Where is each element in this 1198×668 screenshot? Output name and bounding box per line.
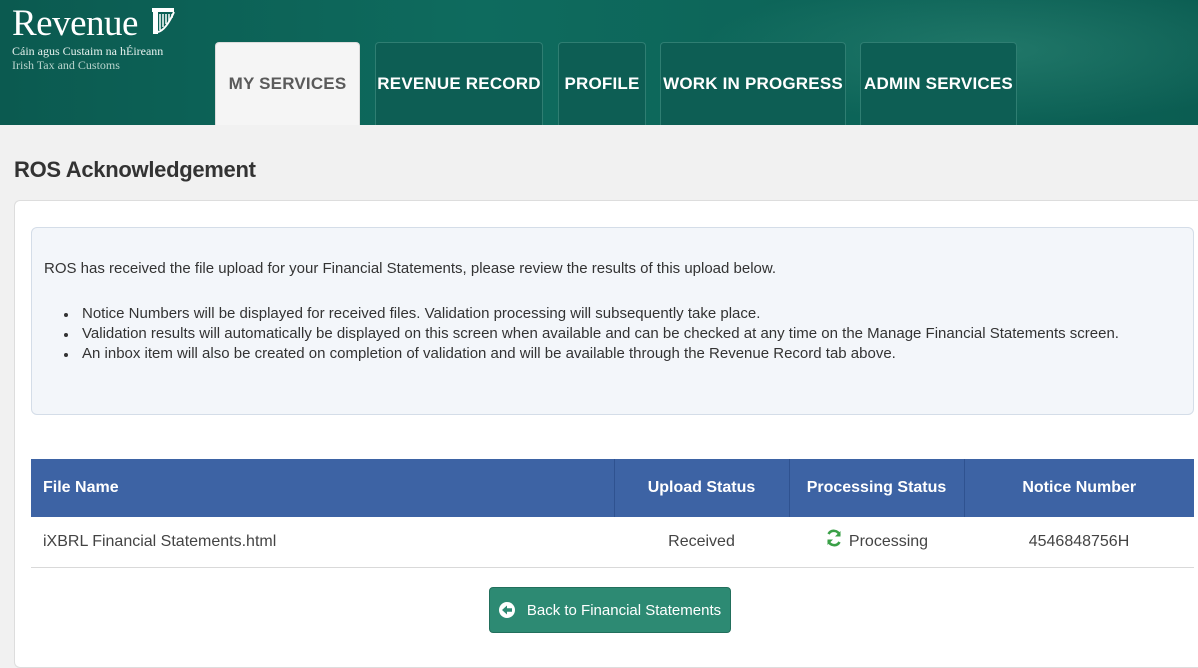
harp-icon	[150, 6, 176, 36]
tab-profile[interactable]: PROFILE	[558, 42, 646, 125]
column-header-processing-status[interactable]: Processing Status	[789, 459, 965, 517]
tab-my-services[interactable]: MY SERVICES	[215, 42, 360, 125]
back-button-label: Back to Financial Statements	[526, 601, 722, 619]
table-header-row: File Name Upload Status Processing Statu…	[31, 459, 1194, 517]
cell-file-name: iXBRL Financial Statements.html	[31, 517, 614, 568]
table-row: iXBRL Financial Statements.html Received…	[31, 517, 1194, 568]
cell-notice-number: 4546848756H	[964, 517, 1194, 568]
info-list: Notice Numbers will be displayed for rec…	[64, 304, 1119, 364]
logo-subtitle-english: Irish Tax and Customs	[12, 58, 120, 72]
info-box: ROS has received the file upload for you…	[31, 227, 1194, 415]
column-header-notice-number[interactable]: Notice Number	[964, 459, 1194, 517]
revenue-logo[interactable]: Revenue Cáin agus Custaim na hÉireann Ir…	[12, 4, 176, 72]
cell-processing-status: Processing	[789, 517, 964, 568]
refresh-icon	[825, 529, 843, 553]
arrow-left-icon	[498, 602, 515, 618]
info-bullet: An inbox item will also be created on co…	[64, 344, 1119, 364]
cell-upload-status: Received	[614, 517, 789, 568]
back-to-financial-statements-button[interactable]: Back to Financial Statements	[489, 587, 731, 633]
logo-subtitle-irish: Cáin agus Custaim na hÉireann	[12, 44, 164, 58]
tab-admin-services[interactable]: ADMIN SERVICES	[860, 42, 1017, 125]
column-header-upload-status[interactable]: Upload Status	[614, 459, 790, 517]
processing-status-label: Processing	[848, 532, 929, 550]
column-header-file-name[interactable]: File Name	[31, 459, 615, 517]
info-intro: ROS has received the file upload for you…	[44, 260, 777, 277]
acknowledgement-panel: ROS has received the file upload for you…	[14, 200, 1198, 668]
info-bullet: Notice Numbers will be displayed for rec…	[64, 304, 1119, 324]
tab-revenue-record[interactable]: REVENUE RECORD	[375, 42, 543, 125]
logo-title: Revenue	[12, 3, 138, 44]
page-title: ROS Acknowledgement	[14, 157, 256, 182]
site-header: Revenue Cáin agus Custaim na hÉireann Ir…	[0, 0, 1198, 125]
tab-work-in-progress[interactable]: WORK IN PROGRESS	[660, 42, 846, 125]
upload-results-table: File Name Upload Status Processing Statu…	[31, 459, 1194, 568]
info-bullet: Validation results will automatically be…	[64, 324, 1119, 344]
